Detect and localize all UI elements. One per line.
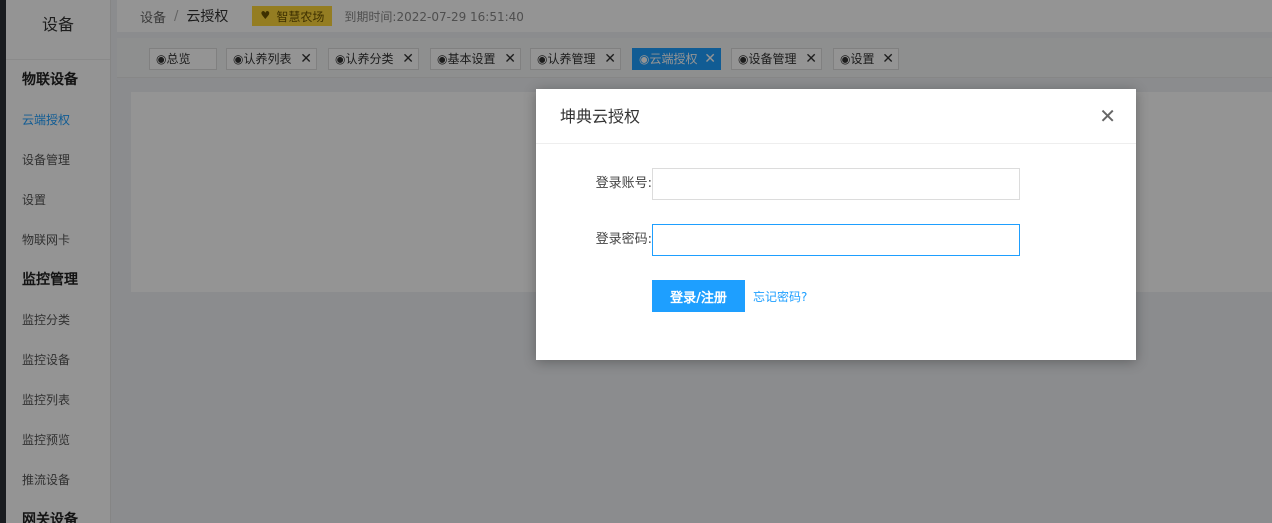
modal-title: 坤典云授权 <box>560 107 641 126</box>
account-label: 登录账号: <box>595 176 652 191</box>
close-icon[interactable]: ✕ <box>1099 89 1116 144</box>
forgot-password-link[interactable]: 忘记密码? <box>753 288 807 305</box>
account-input[interactable] <box>652 168 1020 200</box>
account-row: 登录账号: <box>536 168 1136 200</box>
modal-header: 坤典云授权 ✕ <box>536 89 1136 144</box>
password-input[interactable] <box>652 224 1020 256</box>
login-register-button[interactable]: 登录/注册 <box>652 280 745 312</box>
cloud-auth-modal: 坤典云授权 ✕ 登录账号: 登录密码: 登录/注册 忘记密码? <box>536 89 1136 360</box>
password-row: 登录密码: <box>536 224 1136 256</box>
password-label: 登录密码: <box>595 232 652 247</box>
